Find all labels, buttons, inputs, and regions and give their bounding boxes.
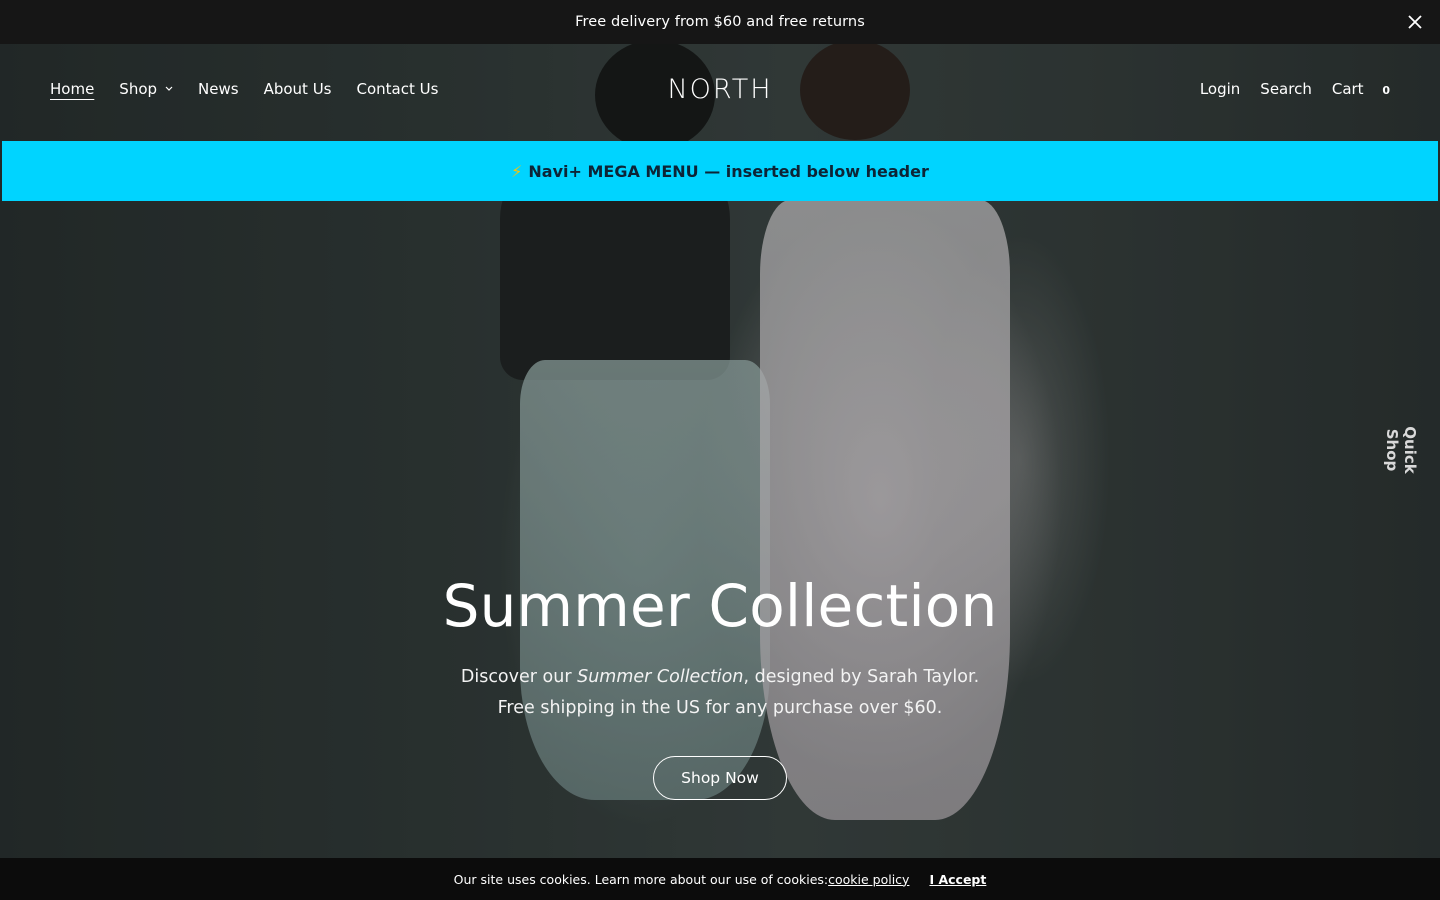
shop-now-button[interactable]: Shop Now (653, 756, 787, 800)
mega-menu-banner[interactable]: ⚡ Navi+ MEGA MENU — inserted below heade… (2, 141, 1438, 201)
hero-subtitle-em: Summer Collection (577, 667, 744, 687)
mega-menu-text: Navi+ MEGA MENU — inserted below header (528, 161, 929, 181)
quick-shop-tab[interactable]: Quick Shop (1383, 405, 1419, 495)
account-nav: Login Search Cart 0 (1180, 80, 1390, 98)
hero-subtitle-pre: Discover our (460, 667, 578, 687)
accept-cookies-button[interactable]: I Accept (929, 872, 986, 887)
hero-subtitle: Discover our Summer Collection, designed… (0, 662, 1440, 724)
cookie-text: Our site uses cookies. Learn more about … (453, 871, 829, 887)
announcement-bar: Free delivery from $60 and free returns (0, 0, 1440, 44)
site-header: Home Shop News About Us Contact Us NORTH… (0, 44, 1440, 140)
cart-label: Cart (1331, 80, 1364, 98)
cart-link[interactable]: Cart 0 (1332, 80, 1390, 98)
hero-subtitle-line1: Discover our Summer Collection, designed… (0, 662, 1440, 693)
cookie-policy-link[interactable]: cookie policy (828, 872, 909, 887)
close-icon[interactable] (1400, 7, 1430, 37)
search-link[interactable]: Search (1260, 80, 1312, 98)
hero-title: Summer Collection (442, 572, 998, 640)
cart-count-badge: 0 (1382, 84, 1390, 97)
cookie-bar: Our site uses cookies. Learn more about … (0, 858, 1440, 900)
hero-subtitle-post: , designed by Sarah Taylor. (743, 667, 980, 687)
login-link[interactable]: Login (1200, 80, 1240, 98)
hero-subtitle-line2: Free shipping in the US for any purchase… (497, 698, 943, 718)
lightning-icon: ⚡ (511, 161, 523, 181)
announcement-text: Free delivery from $60 and free returns (575, 14, 865, 30)
